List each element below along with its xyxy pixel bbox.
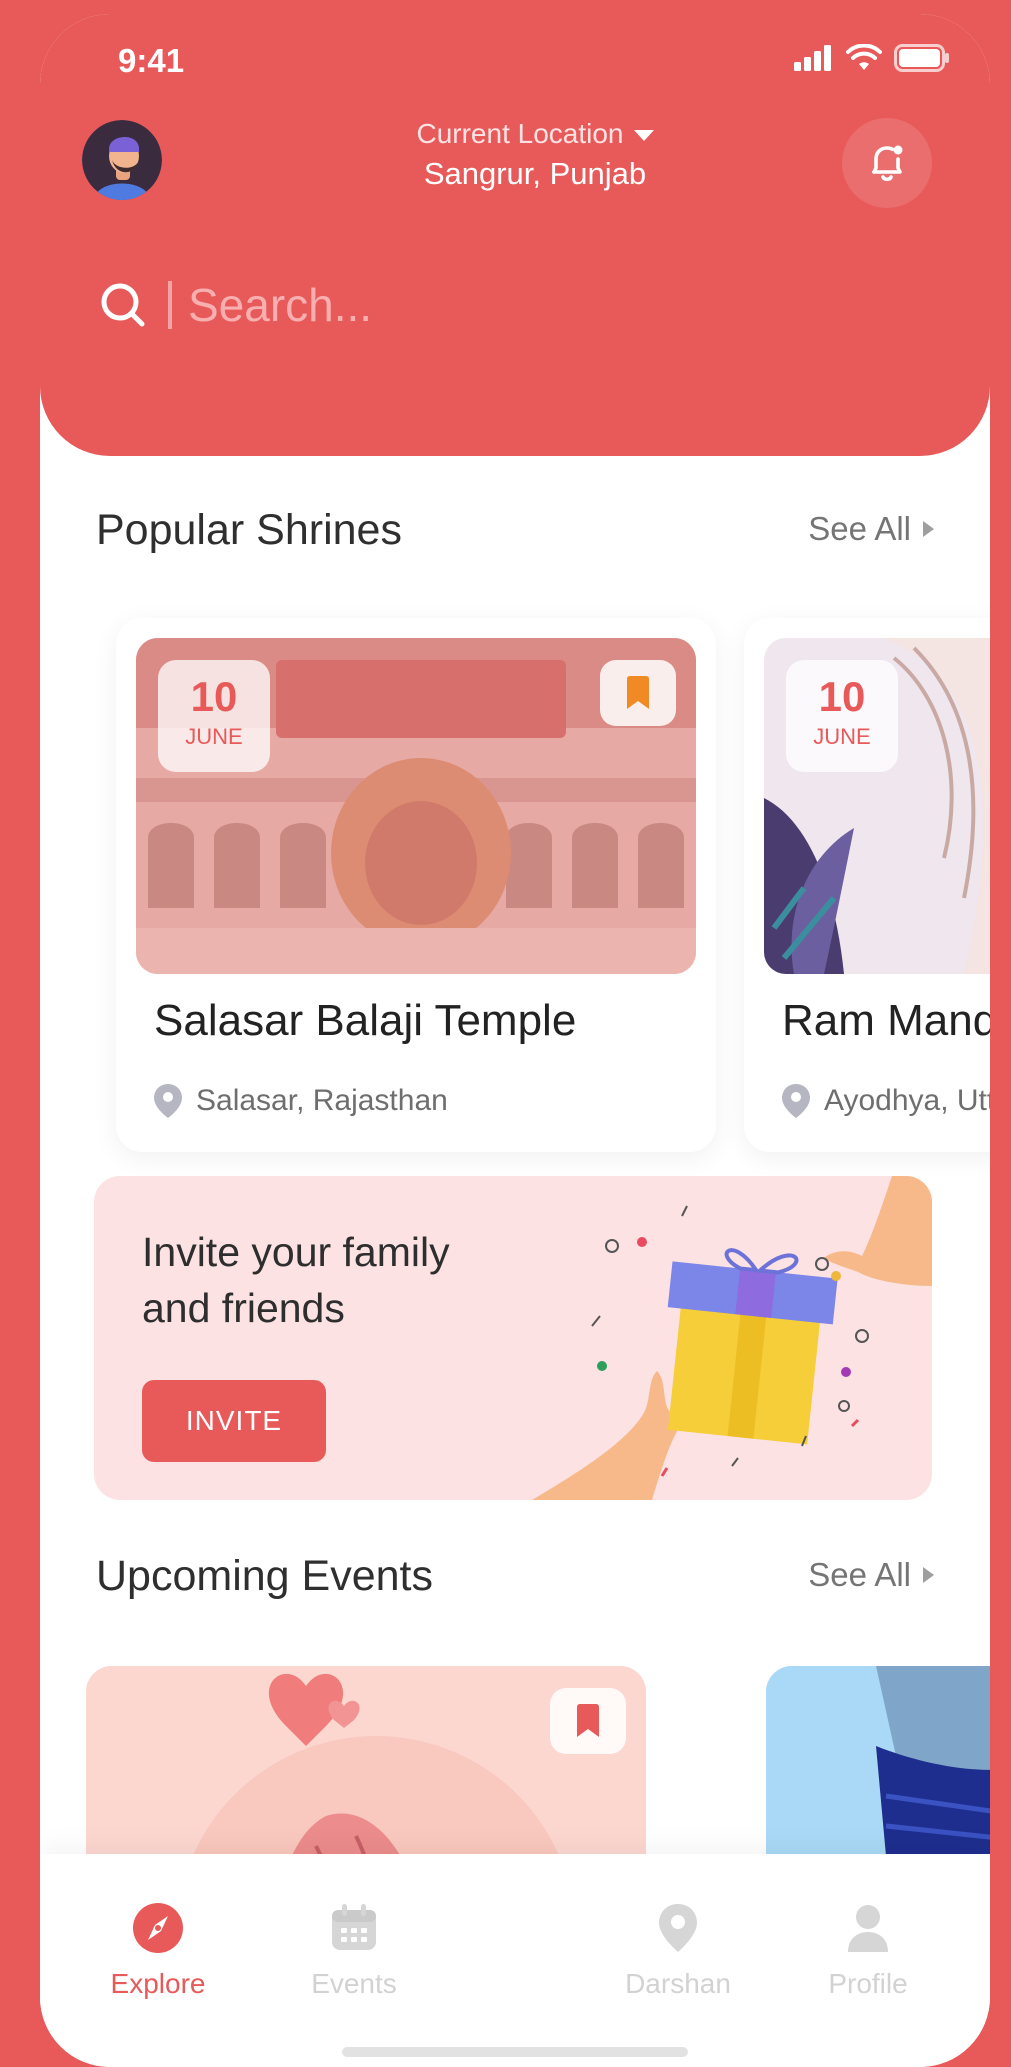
upcoming-events-title: Upcoming Events <box>96 1552 433 1600</box>
play-arrow-icon <box>923 1567 934 1583</box>
bookmark-icon <box>577 1704 599 1737</box>
location-label: Current Location <box>416 118 624 149</box>
tab-darshan[interactable]: Darshan <box>598 1902 758 2000</box>
current-location[interactable]: Current Location Sangrur, Punjab <box>340 118 730 192</box>
notification-button[interactable] <box>842 118 932 208</box>
popular-shrines-title: Popular Shrines <box>96 506 402 554</box>
date-day: 10 <box>818 673 866 720</box>
search-input[interactable] <box>188 278 888 332</box>
shrine-image: 10 JUNE <box>764 638 990 974</box>
date-month: JUNE <box>813 724 871 749</box>
status-time: 9:41 <box>118 42 185 79</box>
location-value: Sangrur, Punjab <box>423 156 647 191</box>
status-icons <box>794 44 950 72</box>
battery-icon <box>894 44 949 72</box>
date-badge: 10 JUNE <box>786 660 898 772</box>
shrine-image: 10 JUNE <box>136 638 696 974</box>
search-cursor <box>168 281 172 329</box>
signal-icon <box>794 45 831 71</box>
events-see-all-button[interactable]: See All <box>808 1556 934 1594</box>
invite-button[interactable]: INVITE <box>142 1380 326 1462</box>
shrine-card[interactable]: 10 JUNE Ram Mandir Ayodhya, Uttar Prades… <box>744 618 990 1152</box>
invite-text: Invite your family and friends <box>142 1229 450 1331</box>
wifi-icon <box>846 44 882 70</box>
location-pin-icon <box>659 1904 697 1952</box>
shrine-card[interactable]: 10 JUNE Salasar Balaji Temple Salasar, R… <box>116 618 716 1152</box>
gift-illustration <box>532 1176 932 1500</box>
tab-profile[interactable]: Profile <box>788 1902 948 2000</box>
shrine-location: Ayodhya, Uttar Pradesh <box>782 1084 990 1118</box>
shrine-location: Salasar, Rajasthan <box>154 1084 448 1118</box>
bookmark-button[interactable] <box>600 660 676 726</box>
header: 9:41 Current Location Sangrur, Punjab Se… <box>40 14 990 456</box>
tab-explore[interactable]: Explore <box>78 1902 238 2000</box>
calendar-icon <box>332 1904 376 1950</box>
bell-icon <box>872 145 903 182</box>
bottom-tab-bar: Explore Events Darshan Profile <box>40 1854 990 2067</box>
date-day: 10 <box>190 673 238 720</box>
home-indicator <box>342 2047 688 2057</box>
phone-screen: 9:41 Current Location Sangrur, Punjab Se… <box>40 14 990 2067</box>
search-icon <box>101 283 145 327</box>
date-badge: 10 JUNE <box>158 660 270 772</box>
play-arrow-icon <box>923 521 934 537</box>
tab-events[interactable]: Events <box>274 1902 434 2000</box>
invite-banner: Invite your family and friends INVITE <box>94 1176 932 1500</box>
search-bar[interactable] <box>96 270 916 340</box>
caret-down-icon[interactable] <box>633 130 654 142</box>
shrine-title: Salasar Balaji Temple <box>154 996 577 1045</box>
date-month: JUNE <box>185 724 243 749</box>
shrine-title: Ram Mandir <box>782 996 990 1045</box>
location-pin-icon <box>154 1084 182 1118</box>
bookmark-button[interactable] <box>550 1688 626 1754</box>
compass-icon <box>133 1903 183 1953</box>
avatar[interactable] <box>82 120 162 200</box>
popular-see-all-button[interactable]: See All <box>808 510 934 548</box>
location-pin-icon <box>782 1084 810 1118</box>
bookmark-icon <box>627 676 649 709</box>
user-icon <box>848 1905 888 1952</box>
